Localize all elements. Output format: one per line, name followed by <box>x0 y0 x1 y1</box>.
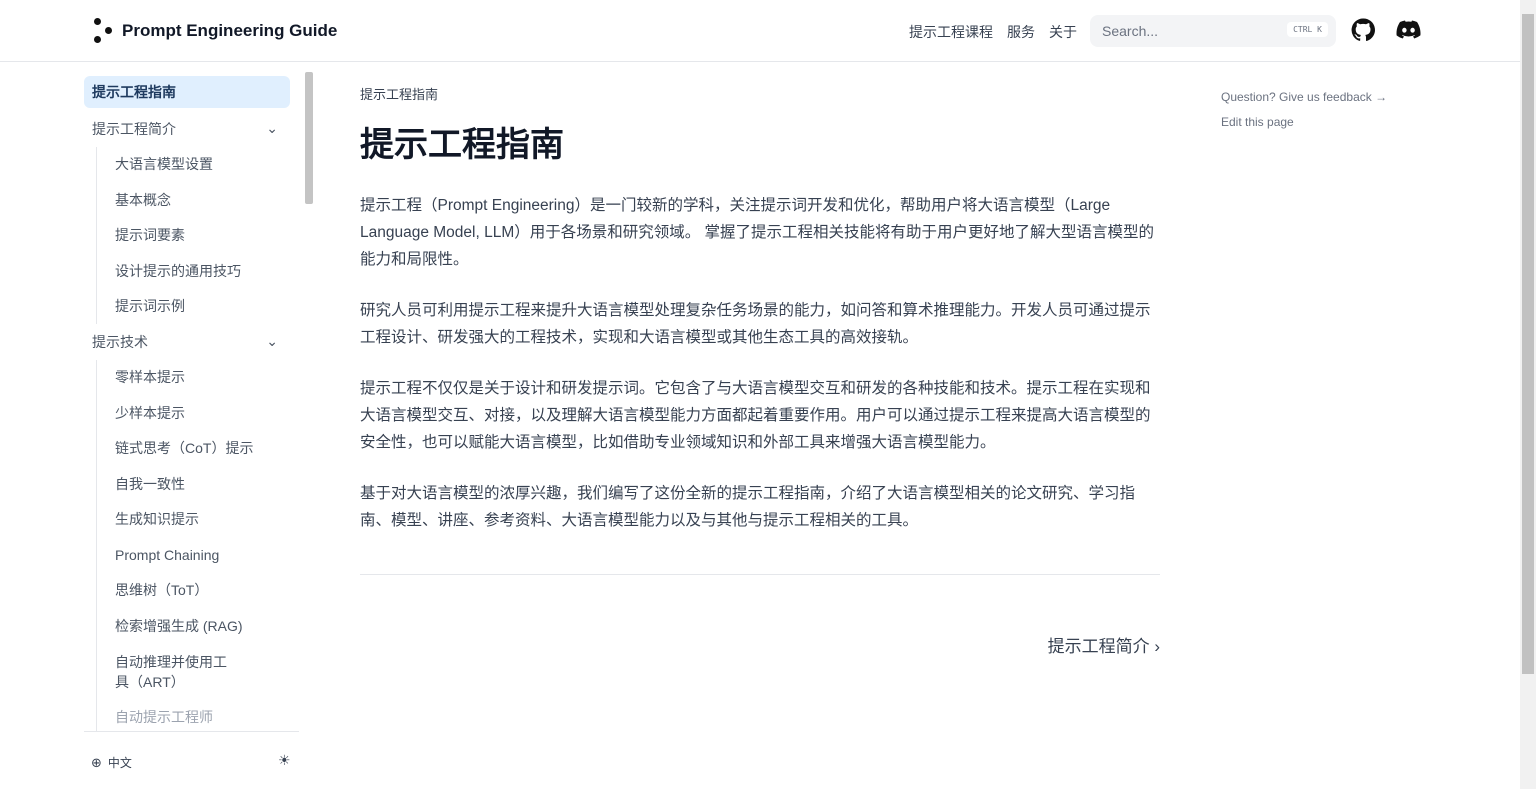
scrollbar-thumb[interactable] <box>1522 14 1534 674</box>
sidebar-subitem[interactable]: 自动推理并使用工具（ART） <box>107 644 247 700</box>
nav-link-course[interactable]: 提示工程课程 <box>909 22 993 42</box>
nav-link-about[interactable]: 关于 <box>1049 22 1077 42</box>
main-content: 提示工程指南 提示工程指南 提示工程（Prompt Engineering）是一… <box>360 84 1160 656</box>
sidebar-subitem[interactable]: 链式思考（CoT）提示 <box>107 431 290 467</box>
language-label: 中文 <box>107 756 132 770</box>
language-switcher[interactable]: ⊕ 中文 <box>91 754 132 771</box>
sidebar-item-techniques[interactable]: 提示技术 ⌄ <box>84 324 290 360</box>
shortcut-hint: CTRL K <box>1287 22 1328 37</box>
sidebar-subitem[interactable]: 生成知识提示 <box>107 502 290 538</box>
page-scrollbar[interactable] <box>1520 0 1536 789</box>
sidebar-subitem[interactable]: 基本概念 <box>107 182 290 218</box>
sidebar-item-label: 提示技术 <box>92 333 148 350</box>
sidebar-subitem[interactable]: 检索增强生成 (RAG) <box>107 608 290 644</box>
sidebar-subitem[interactable]: Prompt Chaining <box>107 537 290 573</box>
discord-icon[interactable] <box>1396 20 1421 40</box>
search-placeholder: Search... <box>1102 23 1159 39</box>
sidebar-subitem[interactable]: 思维树（ToT） <box>107 573 290 609</box>
chevron-down-icon: ⌄ <box>266 120 278 137</box>
page-title: 提示工程指南 <box>360 126 564 164</box>
sidebar-subitem[interactable]: 提示词要素 <box>107 218 290 254</box>
logo[interactable]: Prompt Engineering Guide <box>92 18 337 44</box>
github-icon[interactable] <box>1351 18 1375 42</box>
sidebar-subitem[interactable]: 提示词示例 <box>107 289 290 325</box>
search-input[interactable]: Search... CTRL K <box>1090 15 1336 47</box>
paragraph: 研究人员可利用提示工程来提升大语言模型处理复杂任务场景的能力，如问答和算术推理能… <box>360 302 1151 346</box>
feedback-link[interactable]: Question? Give us feedback → <box>1221 85 1387 110</box>
chevron-right-icon: › <box>1154 637 1160 656</box>
sidebar-item-label: 提示工程指南 <box>92 84 176 100</box>
sidebar-subitem[interactable]: 少样本提示 <box>107 395 290 431</box>
theme-toggle-sun-icon[interactable]: ☀ <box>278 752 291 769</box>
sidebar-subitem[interactable]: 大语言模型设置 <box>107 147 290 183</box>
next-page-link[interactable]: 提示工程简介 › <box>1048 632 1160 657</box>
sidebar-item-guide[interactable]: 提示工程指南 <box>84 76 290 108</box>
breadcrumb: 提示工程指南 <box>360 87 439 102</box>
divider <box>360 574 1160 575</box>
next-page-label: 提示工程简介 <box>1047 637 1150 656</box>
sidebar-scrollbar[interactable] <box>305 72 313 204</box>
paragraph: 提示工程不仅仅是关于设计和研发提示词。它包含了与大语言模型交互和研发的各种技能和… <box>360 380 1151 451</box>
sidebar-subitem[interactable]: 设计提示的通用技巧 <box>107 253 290 289</box>
chevron-down-icon: ⌄ <box>266 333 278 350</box>
paragraph: 提示工程（Prompt Engineering）是一门较新的学科，关注提示词开发… <box>360 197 1155 268</box>
globe-icon: ⊕ <box>91 754 102 770</box>
top-navbar: Prompt Engineering Guide 提示工程课程 服务 关于 Se… <box>0 0 1520 62</box>
logo-icon <box>92 18 114 44</box>
toc-panel: Question? Give us feedback → Edit this p… <box>1221 85 1387 135</box>
edit-page-link[interactable]: Edit this page <box>1221 110 1387 135</box>
nav-link-services[interactable]: 服务 <box>1007 22 1035 42</box>
sidebar-subitem[interactable]: 自动提示工程师 <box>107 700 290 736</box>
sidebar-subitem[interactable]: 自我一致性 <box>107 466 290 502</box>
paragraph: 基于对大语言模型的浓厚兴趣，我们编写了这份全新的提示工程指南，介绍了大语言模型相… <box>360 485 1136 529</box>
sidebar-item-intro[interactable]: 提示工程简介 ⌄ <box>84 111 290 147</box>
sidebar-subitem[interactable]: 零样本提示 <box>107 360 290 396</box>
sidebar: 提示工程指南 提示工程简介 ⌄ 大语言模型设置 基本概念 提示词要素 设计提示的通… <box>84 76 290 735</box>
sidebar-item-label: 提示工程简介 <box>92 120 176 137</box>
sidebar-footer: ⊕ 中文 ☀ <box>84 731 299 770</box>
brand-name: Prompt Engineering Guide <box>122 21 338 40</box>
